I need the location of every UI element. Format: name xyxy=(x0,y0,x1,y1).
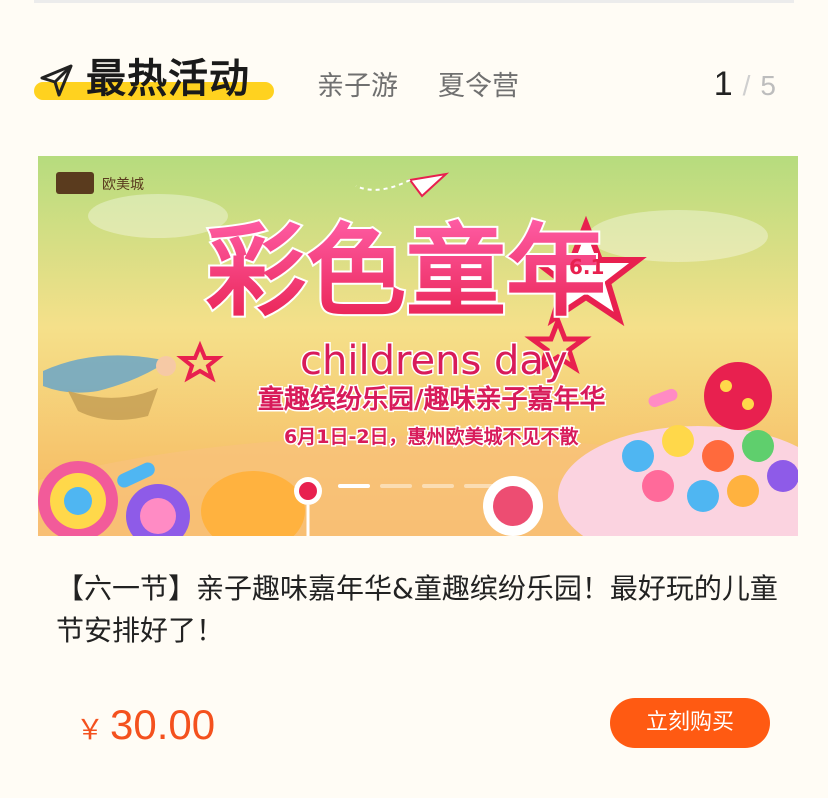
banner-artwork: 欧美城 彩色童年 6.1 childrens day 童趣缤纷乐园/趣味亲子嘉年… xyxy=(38,156,798,536)
price-currency-symbol: ￥ xyxy=(76,714,105,745)
carousel-dot[interactable] xyxy=(464,484,496,488)
section-title-group: 最热活动 xyxy=(34,52,284,112)
tab-summer-camp[interactable]: 夏令营 xyxy=(438,70,519,104)
section-header: 最热活动 亲子游 夏令营 1 / 5 xyxy=(34,52,794,112)
buy-now-button[interactable]: 立刻购买 xyxy=(610,698,770,748)
price-amount: 30.00 xyxy=(110,701,216,748)
page-current: 1 xyxy=(713,65,733,103)
navigation-arrow-icon xyxy=(40,64,73,97)
activity-price: ￥ 30.00 xyxy=(76,700,215,760)
brand-logo-mark xyxy=(56,172,94,194)
banner-line-1: 童趣缤纷乐园/趣味亲子嘉年华 xyxy=(258,384,606,415)
page-separator: / xyxy=(742,70,751,101)
page-indicator: 1 / 5 xyxy=(714,64,776,111)
page: 最热活动 亲子游 夏令营 1 / 5 欧美城 彩色童年 6.1 childrens … xyxy=(0,0,828,798)
banner-subtitle-en: childrens day xyxy=(300,338,568,384)
section-title: 最热活动 xyxy=(86,56,250,102)
carousel-dot[interactable] xyxy=(380,484,412,488)
activity-banner[interactable]: 欧美城 彩色童年 6.1 childrens day 童趣缤纷乐园/趣味亲子嘉年… xyxy=(38,156,798,536)
banner-badge: 6.1 xyxy=(569,255,604,279)
carousel-dot-active[interactable] xyxy=(338,484,370,488)
tab-parent-child-trip[interactable]: 亲子游 xyxy=(317,70,398,104)
brand-logo-text: 欧美城 xyxy=(102,177,144,193)
carousel-dot[interactable] xyxy=(422,484,454,488)
page-total: 5 xyxy=(760,70,776,101)
banner-headline: 彩色童年 xyxy=(206,213,606,330)
activity-description[interactable]: 【六一节】亲子趣味嘉年华&童趣缤纷乐园！最好玩的儿童节安排好了！ xyxy=(56,568,796,652)
banner-line-2: 6月1日-2日，惠州欧美城不见不散 xyxy=(284,425,579,448)
top-divider xyxy=(34,0,794,3)
